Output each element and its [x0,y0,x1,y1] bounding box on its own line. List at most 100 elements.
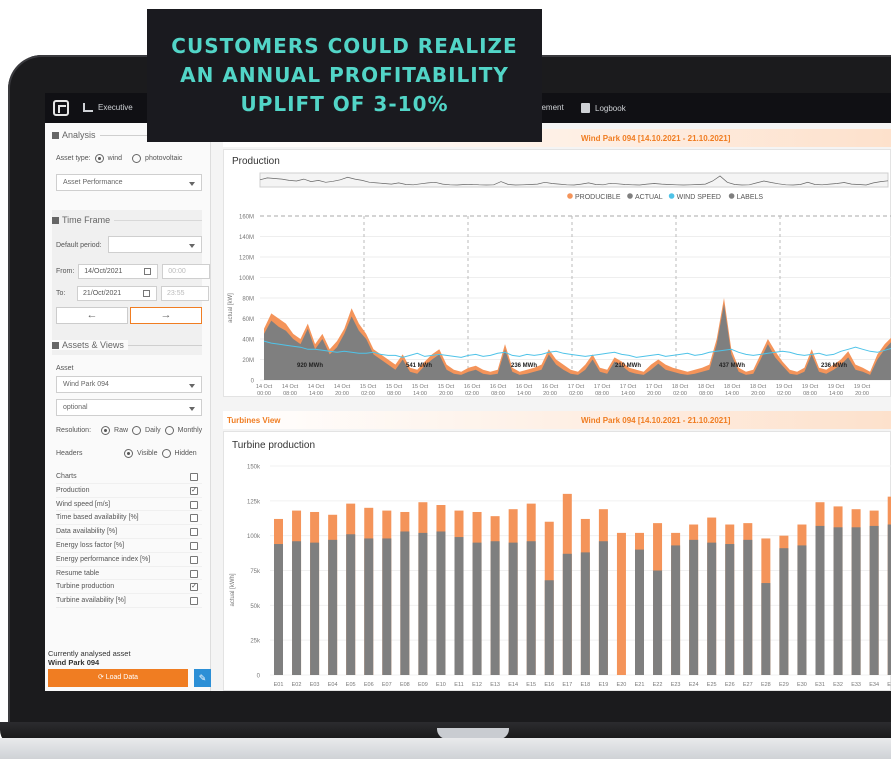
checkbox[interactable] [190,528,198,537]
asset-label-row: Asset [56,365,74,372]
production-chart[interactable]: PRODUCIBLE ACTUAL WIND SPEED LABELS 0 20M 40M 6… [224,150,891,398]
x-tick-label: 17 Oct14:00 [620,384,637,397]
x-tick-time: 14:00 [517,391,531,397]
default-period-select[interactable] [108,236,202,253]
x-tick-date: 19 Oct [854,384,871,390]
x-tick-label: 16 Oct14:00 [516,384,533,397]
actual-bar [526,541,536,675]
chart-option[interactable]: Turbine production ✓ [56,580,202,595]
legend-label: ACTUAL [635,194,663,201]
x-tick-label: E05 [346,682,356,688]
x-tick-label: E18 [580,682,590,688]
x-tick-label: E28 [761,682,771,688]
headers-label: Headers [56,450,83,457]
nav-logbook[interactable]: Logbook [581,103,626,113]
calendar-icon[interactable] [143,290,150,297]
radio-raw[interactable] [101,426,111,435]
checkbox[interactable]: ✓ [190,486,198,495]
chart-option[interactable]: Energy performance index [%] [56,553,202,567]
analysis-select[interactable]: Asset Performance [56,174,202,191]
chart-option[interactable]: Time based availability [%] [56,511,202,526]
checkbox[interactable] [190,569,198,578]
y-tick-label: 0 [257,674,261,680]
checkbox[interactable] [190,473,198,481]
to-date-input[interactable]: 21/Oct/2021 [77,286,157,301]
from-date-input[interactable]: 14/Oct/2021 [78,264,159,279]
chart-option-label: Charts [56,473,77,480]
actual-bar [436,531,446,675]
x-tick-label: E20 [617,682,627,688]
to-time-input[interactable]: 23:55 [161,286,209,301]
timeframe-legend[interactable]: Time Frame [52,215,115,225]
timeframe-panel [52,210,202,355]
from-time-input[interactable]: 00:00 [162,264,211,279]
timeframe-legend-label: Time Frame [62,215,111,225]
x-tick-label: E15 [526,682,536,688]
chart-option[interactable]: Data availability [%] [56,525,202,539]
x-tick-time: 20:00 [647,391,661,397]
chart-option[interactable]: Energy loss factor [%] [56,539,202,553]
chart-option[interactable]: Charts [56,470,202,484]
chart-option[interactable]: Resume table [56,567,202,581]
actual-bar [779,548,789,675]
radio-hidden[interactable] [161,449,171,458]
x-tick-time: 20:00 [439,391,453,397]
radio-daily[interactable] [132,426,142,435]
checkbox[interactable] [190,541,198,550]
actual-area [264,304,891,380]
main-content: Wind Park 094 [14.10.2021 - 21.10.2021] … [223,123,891,691]
x-tick-label: E12 [472,682,482,688]
radio-visible[interactable] [124,449,133,458]
x-tick-label: E35 [887,682,891,688]
to-date-value: 21/Oct/2021 [83,290,122,297]
optional-select[interactable]: optional [56,399,202,416]
x-tick-date: 19 Oct [776,384,793,390]
x-tick-date: 18 Oct [724,384,741,390]
actual-bar [418,532,428,675]
x-tick-date: 19 Oct [828,384,845,390]
y-tick-label: 50k [250,604,261,610]
from-date-value: 14/Oct/2021 [84,268,123,275]
x-tick-date: 17 Oct [594,384,611,390]
turbine-chart[interactable]: 0 25k 50k 75k 100k 125k 150k actual [kWh] E01 E02… [224,432,891,691]
x-tick-label: 14 Oct08:00 [282,384,299,397]
x-tick-label: E30 [797,682,807,688]
x-tick-label: E07 [382,682,392,688]
checkbox[interactable]: ✓ [190,583,198,592]
checkbox[interactable] [190,555,198,564]
app-logo-icon[interactable] [53,100,69,116]
load-data-button[interactable]: ⟳ Load Data [48,669,188,687]
radio-wind[interactable] [94,154,104,163]
x-tick-date: 15 Oct [386,384,403,390]
y-tick-label: 0 [251,379,255,385]
pencil-icon[interactable]: ✎ [194,669,211,687]
production-panel: Production PRODUCIBLE ACTUAL WIND SPEED LAB… [223,149,891,397]
x-tick-time: 14:00 [413,391,427,397]
x-tick-time: 02:00 [673,391,687,397]
checkbox[interactable] [190,514,198,523]
analysis-legend[interactable]: Analysis [52,130,100,140]
checkbox[interactable] [190,597,198,606]
next-period-button[interactable]: → [130,307,202,324]
assets-legend[interactable]: Assets & Views [52,340,128,350]
radio-monthly[interactable] [164,426,174,435]
turbine-panel: Turbine production 0 25k 50k 75k 100k 125k 150… [223,431,891,691]
x-tick-time: 08:00 [491,391,505,397]
chart-option[interactable]: Turbine availability [%] [56,594,202,608]
prev-period-button[interactable]: ← [56,307,128,324]
x-tick-date: 14 Oct [256,384,273,390]
asset-select[interactable]: Wind Park 094 [56,376,202,393]
chart-option[interactable]: Wind speed [m/s] [56,498,202,512]
promo-callout: CUSTOMERS COULD REALIZE AN ANNUAL PROFIT… [147,9,542,142]
x-tick-label: 18 Oct02:00 [672,384,689,397]
nav-executive[interactable]: Executive [83,103,133,112]
checkbox[interactable] [190,500,198,509]
chart-option[interactable]: Production ✓ [56,484,202,498]
x-tick-label: E25 [707,682,717,688]
calendar-icon[interactable] [144,268,152,275]
current-asset-value: Wind Park 094 [48,658,100,667]
x-tick-label: E08 [400,682,410,688]
x-tick-date: 16 Oct [464,384,481,390]
y-axis-label: actual [kWh] [230,573,236,606]
radio-photovoltaic[interactable] [132,154,142,163]
